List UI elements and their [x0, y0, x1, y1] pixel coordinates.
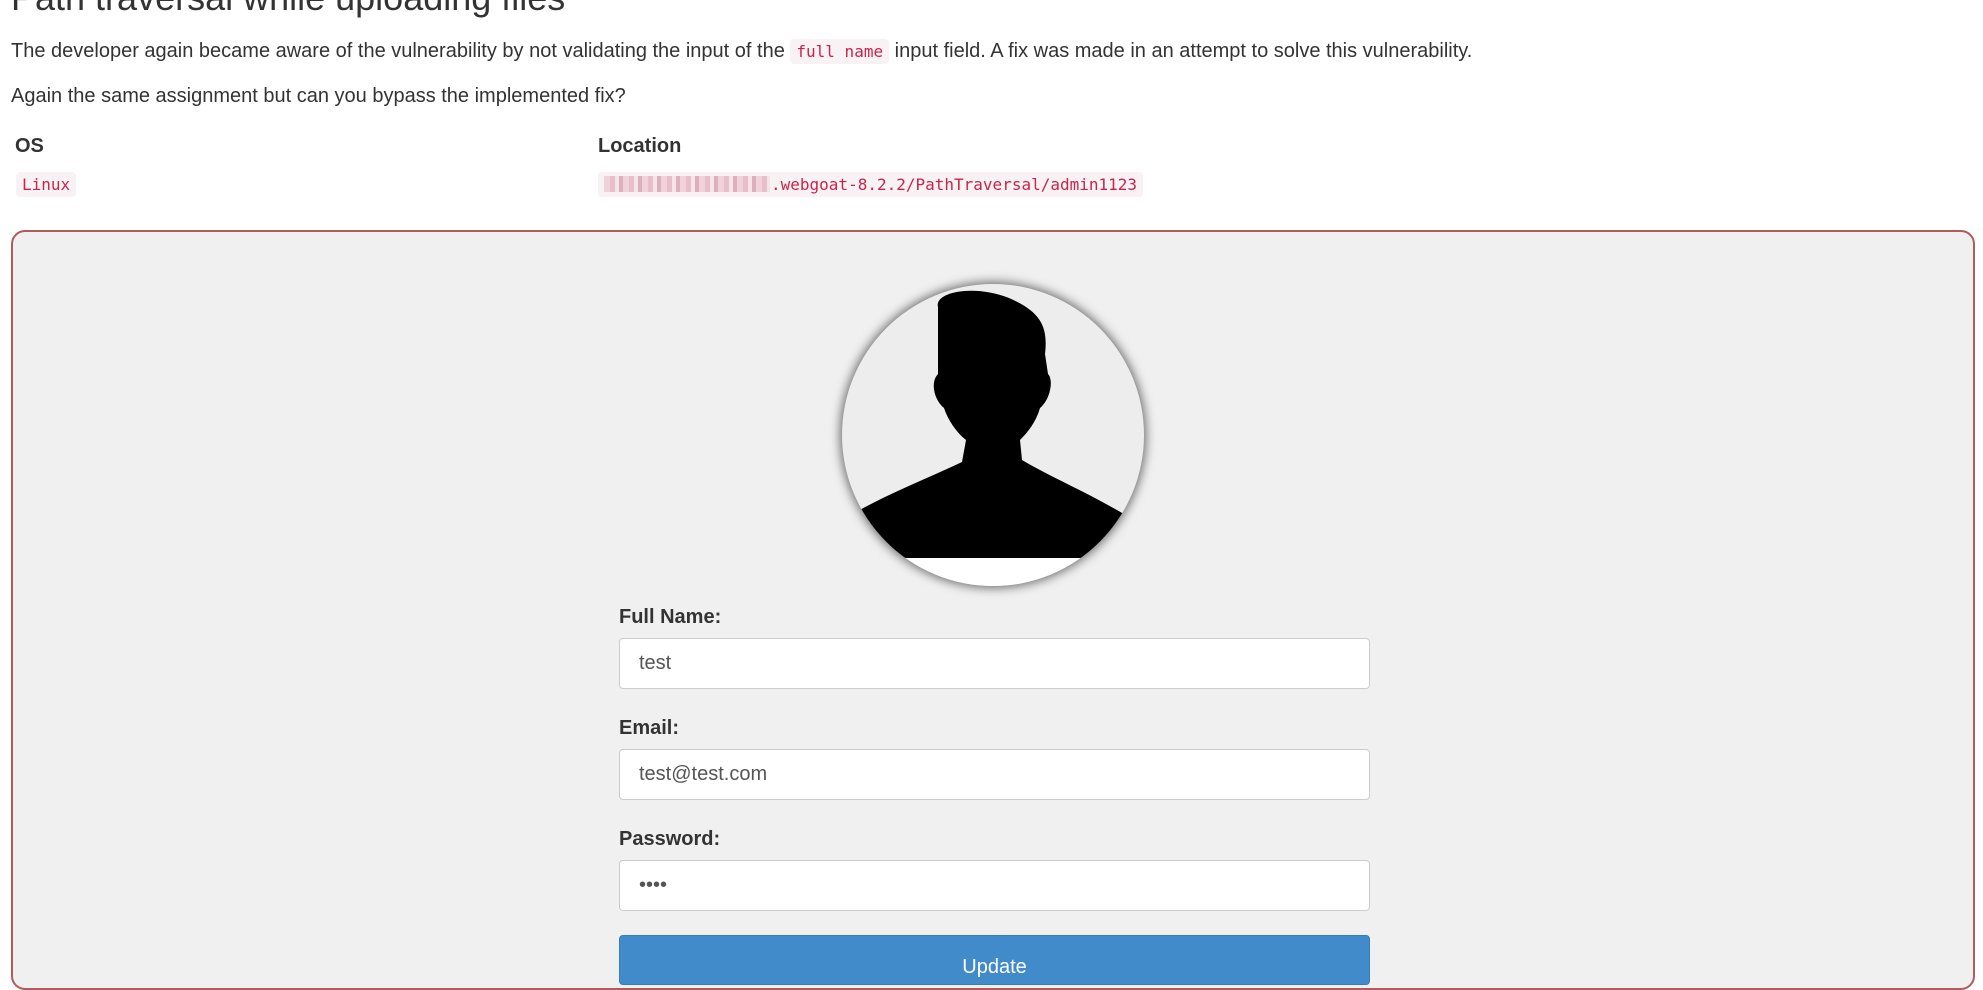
full-name-label: Full Name: — [619, 606, 722, 628]
email-label: Email: — [619, 717, 680, 739]
user-silhouette-icon — [842, 284, 1144, 586]
description-paragraph: The developer again became aware of the … — [11, 38, 1472, 65]
os-value: Linux — [16, 172, 77, 197]
location-value: .webgoat-8.2.2/PathTraversal/admin1123 — [598, 172, 1144, 197]
full-name-code: full name — [790, 39, 890, 64]
page-title: Path traversal while uploading files — [11, 0, 565, 18]
email-input[interactable] — [619, 749, 1370, 800]
table-header-os: OS — [15, 135, 44, 157]
table-cell-os: Linux — [16, 172, 77, 199]
description-text-start: The developer again became aware of the … — [11, 40, 791, 62]
table-cell-location: .webgoat-8.2.2/PathTraversal/admin1123 — [598, 172, 1144, 199]
update-button[interactable]: Update — [619, 935, 1370, 985]
redacted-path-mask — [604, 176, 770, 192]
assignment-paragraph: Again the same assignment but can you by… — [11, 85, 626, 107]
full-name-input[interactable] — [619, 638, 1370, 689]
password-input[interactable] — [619, 860, 1370, 911]
description-text-end: input field. A fix was made in an attemp… — [889, 40, 1473, 62]
table-header-location: Location — [598, 135, 682, 157]
password-label: Password: — [619, 828, 721, 850]
location-path: .webgoat-8.2.2/PathTraversal/admin1123 — [771, 175, 1138, 194]
